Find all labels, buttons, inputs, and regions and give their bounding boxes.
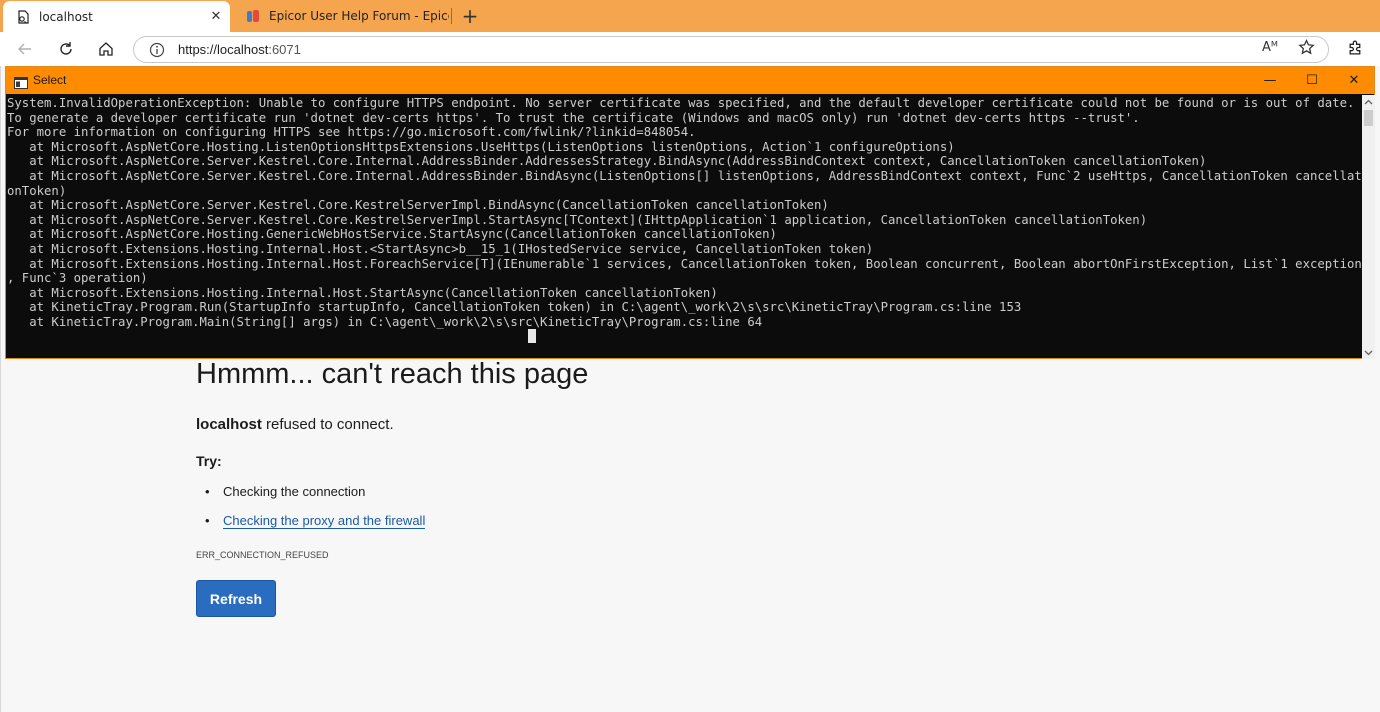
console-window[interactable]: Select — ☐ ✕ System.InvalidOperationExce… <box>5 66 1375 359</box>
error-message: localhost refused to connect. <box>196 416 394 433</box>
minimize-button[interactable]: — <box>1248 67 1292 94</box>
console-line: at Microsoft.AspNetCore.Server.Kestrel.C… <box>7 168 1362 183</box>
error-title: Hmmm... can't reach this page <box>196 358 589 390</box>
console-line: To generate a developer certificate run … <box>7 110 1140 125</box>
scrollbar-thumb[interactable] <box>1364 110 1373 126</box>
console-title-bar[interactable]: Select — ☐ ✕ <box>6 67 1374 94</box>
try-label: Try: <box>196 453 222 469</box>
error-message-text: refused to connect. <box>261 416 394 433</box>
home-icon <box>99 42 113 56</box>
console-line: System.InvalidOperationException: Unable… <box>7 96 1355 110</box>
reload-button[interactable] <box>53 37 79 61</box>
favorite-star-icon[interactable] <box>1295 36 1317 58</box>
refresh-button[interactable]: Refresh <box>196 580 276 617</box>
bullet: • <box>205 484 210 499</box>
console-line: at Microsoft.AspNetCore.Hosting.GenericW… <box>7 227 777 242</box>
tab-strip: localhost ✕ Epicor User Help Forum - Epi… <box>0 0 1380 32</box>
epicor-favicon-icon <box>246 9 260 23</box>
error-host: localhost <box>196 416 262 433</box>
address-bar[interactable]: https://localhost:6071 <box>133 36 1329 63</box>
extensions-puzzle-icon[interactable] <box>1344 36 1366 58</box>
error-code: ERR_CONNECTION_REFUSED <box>196 550 329 560</box>
scroll-down-arrow-icon[interactable] <box>1362 346 1375 359</box>
console-line: at Microsoft.Extensions.Hosting.Internal… <box>7 285 718 300</box>
reload-icon <box>60 42 72 55</box>
console-scrollbar[interactable] <box>1362 95 1375 359</box>
console-line: For more information on configuring HTTP… <box>7 125 696 140</box>
console-line: at Microsoft.Extensions.Hosting.Internal… <box>7 256 1362 271</box>
browser-window: localhost ✕ Epicor User Help Forum - Epi… <box>0 0 1380 712</box>
new-tab-button[interactable]: + <box>458 4 482 28</box>
suggestion-text: Checking the connection <box>223 484 366 499</box>
arrow-left-icon <box>18 43 31 55</box>
proxy-firewall-link[interactable]: Checking the proxy and the firewall <box>223 513 426 529</box>
console-line: at KineticTray.Program.Main(String[] arg… <box>7 314 763 329</box>
console-output[interactable]: System.InvalidOperationException: Unable… <box>6 95 1362 359</box>
tab-localhost[interactable]: localhost ✕ <box>3 1 230 32</box>
console-line: , Func`3 operation) <box>7 271 148 286</box>
console-line: onToken) <box>7 183 67 198</box>
url-main: https://localhost <box>178 42 269 57</box>
tab-divider <box>451 8 452 24</box>
console-line: at Microsoft.AspNetCore.Server.Kestrel.C… <box>7 212 1148 227</box>
console-line: at Microsoft.AspNetCore.Server.Kestrel.C… <box>7 198 829 213</box>
tab-title: Epicor User Help Forum - Epicor U <box>269 9 449 23</box>
console-line: at Microsoft.AspNetCore.Hosting.ListenOp… <box>7 139 955 154</box>
back-button[interactable] <box>12 37 38 61</box>
url-text: https://localhost:6071 <box>178 42 301 57</box>
home-button[interactable] <box>93 37 119 61</box>
console-app-icon <box>14 74 28 89</box>
console-line: at Microsoft.AspNetCore.Server.Kestrel.C… <box>7 154 1207 169</box>
read-aloud-icon[interactable]: Aᴹ <box>1259 36 1281 58</box>
suggestion-item: • Checking the connection <box>205 484 365 499</box>
url-port: :6071 <box>268 42 301 57</box>
bullet: • <box>205 513 210 528</box>
console-line: at Microsoft.Extensions.Hosting.Internal… <box>7 241 874 256</box>
close-tab-icon[interactable]: ✕ <box>208 9 224 25</box>
suggestion-item: • Checking the proxy and the firewall <box>205 513 426 529</box>
tab-title: localhost <box>39 9 93 24</box>
close-window-button[interactable]: ✕ <box>1332 67 1376 94</box>
maximize-button[interactable]: ☐ <box>1290 67 1334 94</box>
console-cursor <box>528 329 536 343</box>
console-title: Select <box>33 73 67 87</box>
tab-epicor-forum[interactable]: Epicor User Help Forum - Epicor U <box>233 0 449 32</box>
info-icon[interactable] <box>148 41 166 59</box>
page-error-icon <box>16 9 30 24</box>
browser-toolbar: https://localhost:6071 Aᴹ <box>0 32 1380 66</box>
scroll-up-arrow-icon[interactable] <box>1362 95 1375 108</box>
console-line: at KineticTray.Program.Run(StartupInfo s… <box>7 300 1022 315</box>
